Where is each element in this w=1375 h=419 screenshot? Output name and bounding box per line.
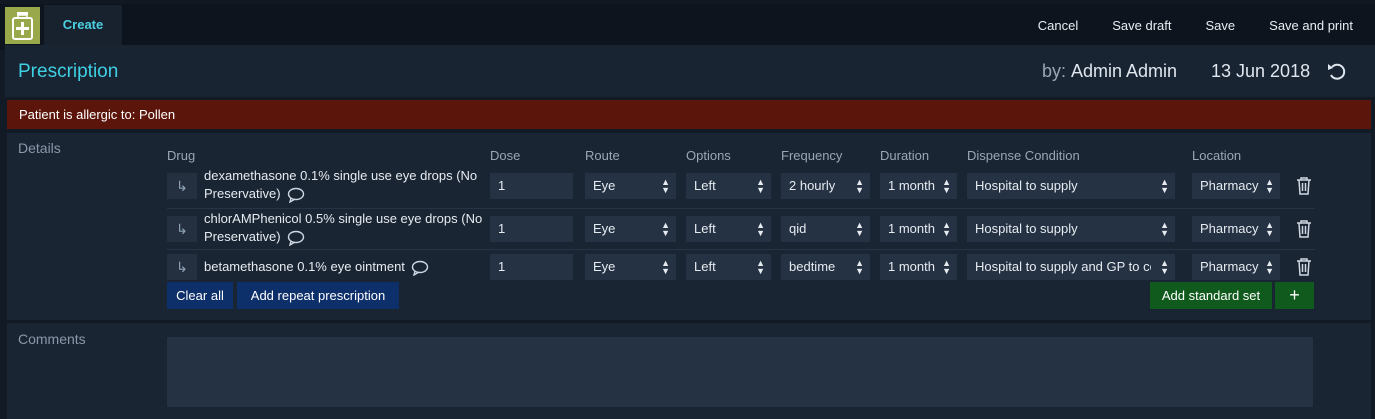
drug-name: betamethasone 0.1% eye ointment bbox=[204, 258, 486, 277]
add-standard-set-button[interactable]: Add standard set bbox=[1150, 282, 1272, 309]
duration-select[interactable]: 1 month ▲ ▼ bbox=[880, 254, 957, 280]
cancel-button[interactable]: Cancel bbox=[1021, 18, 1095, 33]
save-and-print-button[interactable]: Save and print bbox=[1252, 18, 1353, 33]
col-route: Route bbox=[585, 148, 620, 163]
comment-icon[interactable] bbox=[287, 230, 305, 247]
medicine-bottle-icon bbox=[5, 7, 40, 44]
repeat-arrow-icon[interactable]: ↳ bbox=[167, 254, 197, 280]
save-draft-button[interactable]: Save draft bbox=[1095, 18, 1188, 33]
drug-name-line2-text: Preservative) bbox=[204, 229, 281, 244]
by-label: by: bbox=[1042, 61, 1067, 81]
col-location: Location bbox=[1192, 148, 1242, 163]
prescription-date: 13 Jun 2018 bbox=[1211, 61, 1311, 81]
comments-label: Comments bbox=[18, 331, 86, 347]
duration-select[interactable]: 1 month ▲ ▼ bbox=[880, 216, 957, 242]
options-select[interactable]: Left ▲ ▼ bbox=[686, 254, 771, 280]
route-select[interactable]: Eye ▲ ▼ bbox=[585, 173, 676, 199]
frequency-select[interactable]: bedtime ▲ ▼ bbox=[781, 254, 870, 280]
drug-name-line2-text: Preservative) bbox=[204, 186, 281, 201]
location-select[interactable]: Pharmacy ▲ ▼ bbox=[1192, 254, 1280, 280]
frequency-select[interactable]: 2 hourly ▲ ▼ bbox=[781, 173, 870, 199]
frequency-select[interactable]: qid ▲ ▼ bbox=[781, 216, 870, 242]
route-select[interactable]: Eye ▲ ▼ bbox=[585, 254, 676, 280]
trash-icon[interactable] bbox=[1295, 257, 1313, 277]
drug-name-line2: Preservative) bbox=[204, 185, 486, 204]
row-divider bbox=[167, 249, 1315, 250]
dose-input[interactable]: 1 bbox=[490, 216, 573, 242]
drug-name-line1-text: betamethasone 0.1% eye ointment bbox=[204, 259, 405, 274]
top-actions: Cancel Save draft Save Save and print bbox=[1021, 5, 1353, 45]
drug-name-line1: chlorAMPhenicol 0.5% single use eye drop… bbox=[204, 211, 483, 226]
clear-all-button[interactable]: Clear all bbox=[167, 282, 233, 309]
trash-icon[interactable] bbox=[1295, 219, 1313, 239]
save-button[interactable]: Save bbox=[1189, 18, 1253, 33]
author-name: Admin Admin bbox=[1071, 61, 1178, 81]
comment-icon[interactable] bbox=[287, 187, 305, 204]
row-divider bbox=[167, 208, 1315, 209]
route-select[interactable]: Eye ▲ ▼ bbox=[585, 216, 676, 242]
drug-name-line1: betamethasone 0.1% eye ointment bbox=[204, 258, 486, 277]
drug-name-line1: dexamethasone 0.1% single use eye drops … bbox=[204, 168, 478, 183]
repeat-arrow-icon[interactable]: ↳ bbox=[167, 173, 197, 199]
col-frequency: Frequency bbox=[781, 148, 843, 163]
location-select[interactable]: Pharmacy ▲ ▼ bbox=[1192, 173, 1280, 199]
drug-name: dexamethasone 0.1% single use eye drops … bbox=[204, 167, 486, 204]
dispense-condition-select[interactable]: Hospital to supply ▲ ▼ bbox=[967, 216, 1175, 242]
col-duration: Duration bbox=[880, 148, 930, 163]
top-edge bbox=[0, 0, 1375, 4]
dose-input[interactable]: 1 bbox=[490, 254, 573, 280]
add-repeat-prescription-button[interactable]: Add repeat prescription bbox=[237, 282, 399, 309]
col-options: Options bbox=[686, 148, 731, 163]
comments-textarea[interactable] bbox=[167, 337, 1313, 407]
dispense-condition-select[interactable]: Hospital to supply and GP to co ▲ ▼ bbox=[967, 254, 1175, 280]
undo-icon[interactable] bbox=[1326, 62, 1348, 82]
allergy-alert: Patient is allergic to: Pollen bbox=[7, 100, 1371, 129]
add-drug-button[interactable]: + bbox=[1275, 282, 1314, 309]
details-label: Details bbox=[18, 140, 61, 156]
duration-select[interactable]: 1 month ▲ ▼ bbox=[880, 173, 957, 199]
comment-icon[interactable] bbox=[411, 260, 429, 277]
page-title: Prescription bbox=[18, 61, 119, 82]
repeat-arrow-icon[interactable]: ↳ bbox=[167, 216, 197, 242]
col-dispense-condition: Dispense Condition bbox=[967, 148, 1080, 163]
dispense-condition-select[interactable]: Hospital to supply ▲ ▼ bbox=[967, 173, 1175, 199]
col-dose: Dose bbox=[490, 148, 521, 163]
location-select[interactable]: Pharmacy ▲ ▼ bbox=[1192, 216, 1280, 242]
drug-name-line2: Preservative) bbox=[204, 228, 486, 247]
drug-name: chlorAMPhenicol 0.5% single use eye drop… bbox=[204, 210, 486, 247]
options-select[interactable]: Left ▲ ▼ bbox=[686, 216, 771, 242]
trash-icon[interactable] bbox=[1295, 176, 1313, 196]
dose-input[interactable]: 1 bbox=[490, 173, 573, 199]
tab-create[interactable]: Create bbox=[44, 5, 122, 45]
options-select[interactable]: Left ▲ ▼ bbox=[686, 173, 771, 199]
col-drug: Drug bbox=[167, 148, 196, 163]
